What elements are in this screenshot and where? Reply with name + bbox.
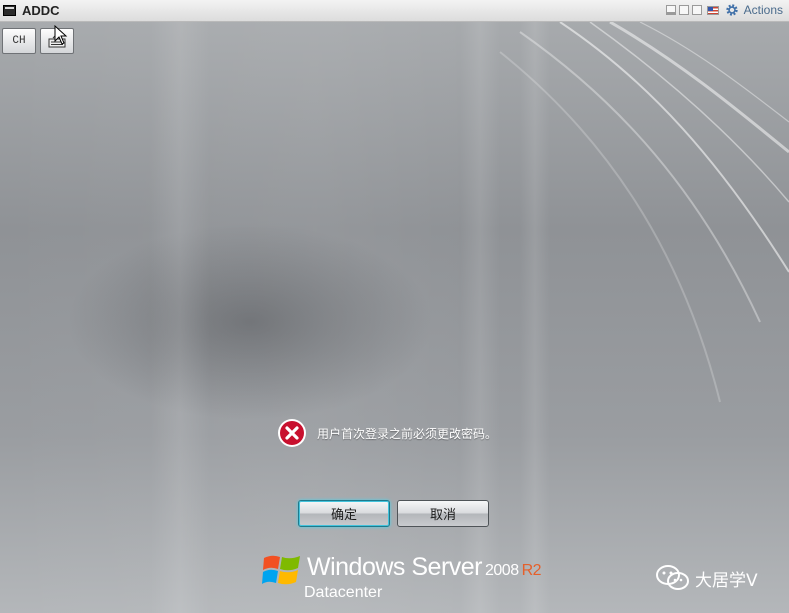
- title-bar: ADDC Actions: [0, 0, 789, 22]
- windows-flag-icon: [262, 555, 300, 585]
- error-message: 用户首次登录之前必须更改密码。: [277, 418, 497, 448]
- title-bar-controls: Actions: [665, 3, 783, 17]
- version-label: 2008: [485, 562, 519, 579]
- cancel-button[interactable]: 取消: [397, 500, 489, 527]
- product-label: Windows Server: [307, 553, 483, 581]
- gear-icon[interactable]: [725, 3, 739, 17]
- message-text: 用户首次登录之前必须更改密码。: [317, 426, 498, 441]
- actions-menu[interactable]: Actions: [744, 3, 783, 17]
- logon-screen: CH 用户首次登录之前必须更改密码。 确定 取消 Windows Server 2…: [0, 22, 789, 613]
- ok-button[interactable]: 确定: [298, 500, 390, 527]
- window-title: ADDC: [22, 3, 60, 18]
- input-language-button[interactable]: CH: [2, 28, 36, 54]
- error-icon: [278, 419, 306, 447]
- edition-label: Datacenter: [304, 584, 383, 601]
- us-flag-icon[interactable]: [706, 5, 719, 15]
- mouse-cursor-icon: [54, 25, 68, 45]
- release-label: R2: [521, 562, 542, 579]
- product-name: Windows Server 2008 R2: [307, 553, 542, 582]
- wechat-icon: [656, 565, 689, 590]
- windows-server-logo: Windows Server 2008 R2 Datacenter: [262, 548, 562, 608]
- restore-button[interactable]: [678, 5, 689, 15]
- watermark-text: 大居学V: [695, 570, 758, 591]
- fullscreen-button[interactable]: [691, 5, 702, 15]
- console-icon: [3, 5, 16, 16]
- wechat-watermark: 大居学V: [655, 564, 758, 592]
- minimize-button[interactable]: [665, 5, 676, 15]
- background-swoosh: [499, 22, 789, 403]
